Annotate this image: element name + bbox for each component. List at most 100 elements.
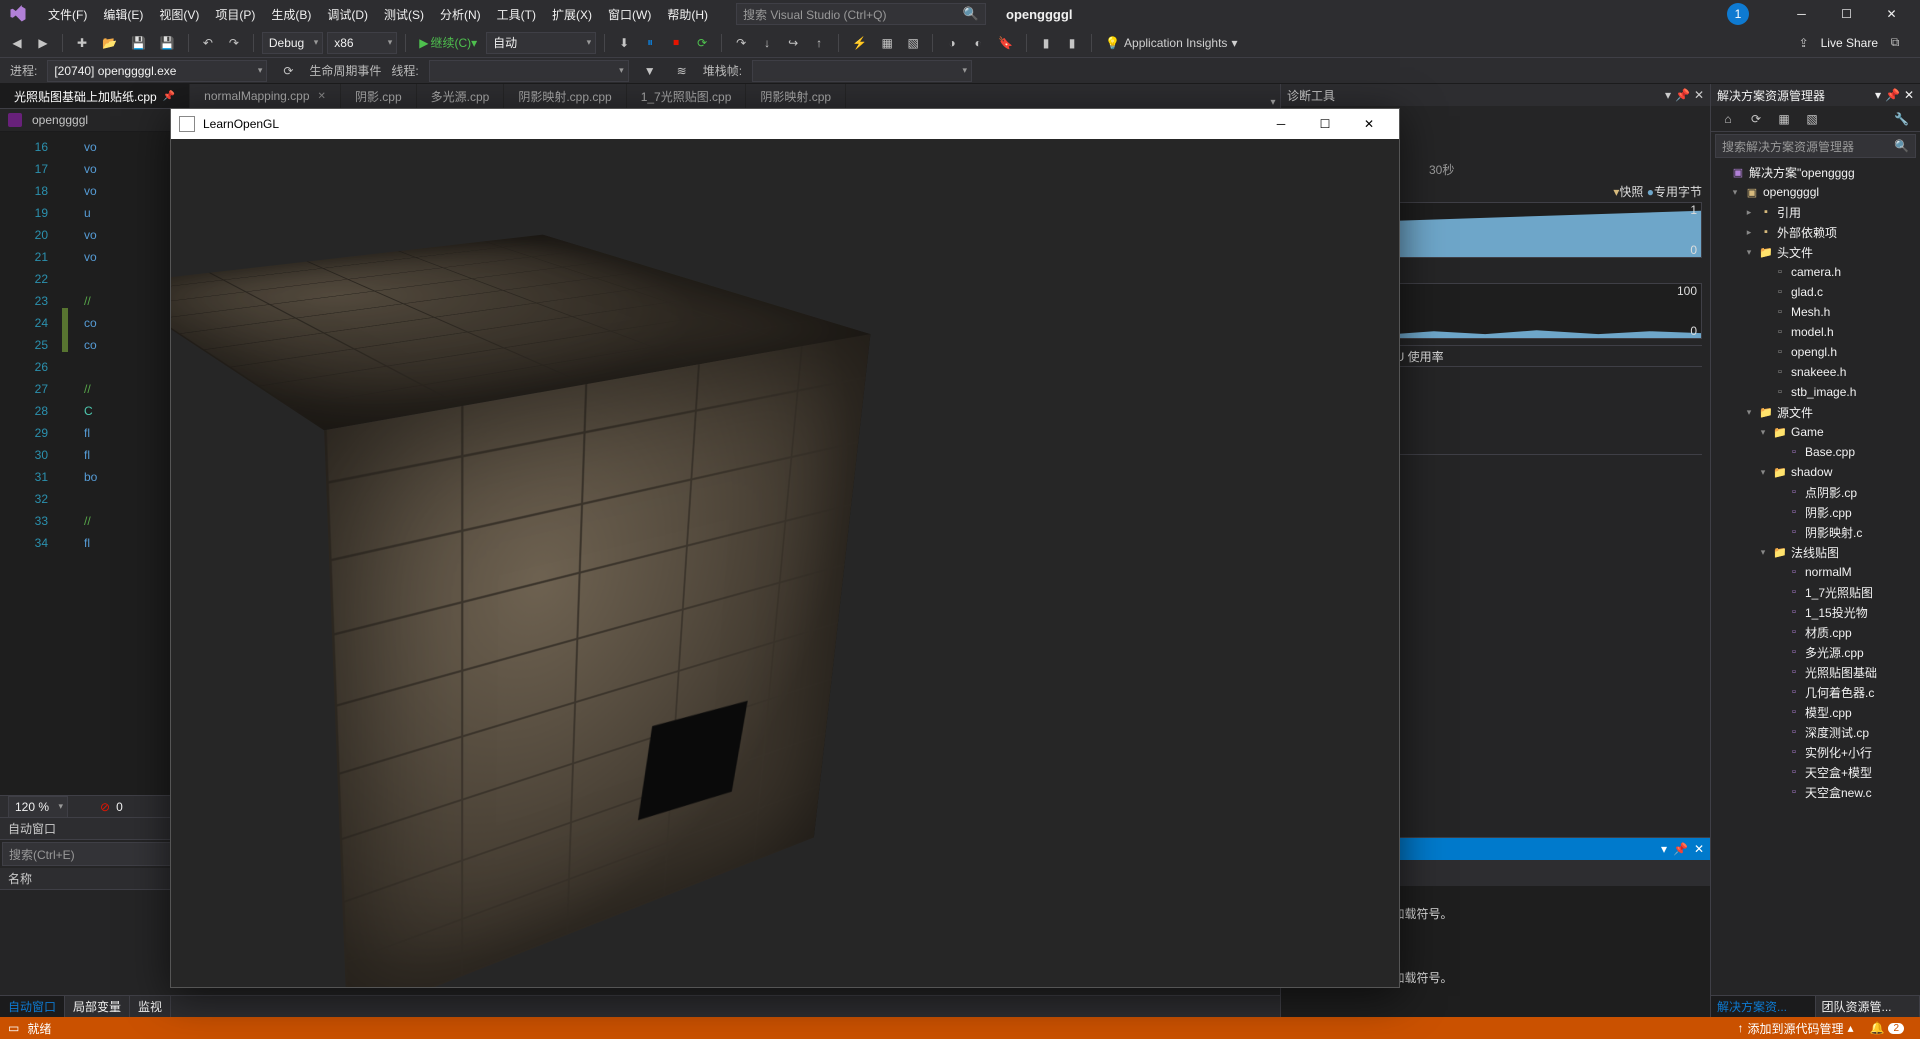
undo-button[interactable]: ↶ bbox=[197, 32, 219, 54]
menu-tools[interactable]: 工具(T) bbox=[489, 2, 544, 27]
tree-normal-1[interactable]: ▫1_7光照贴图 bbox=[1711, 582, 1920, 602]
tree-shadow-1[interactable]: ▫阴影.cpp bbox=[1711, 502, 1920, 522]
se-wrench-icon[interactable]: 🔧 bbox=[1889, 108, 1914, 130]
menu-help[interactable]: 帮助(H) bbox=[659, 2, 716, 27]
close-tab-icon[interactable]: ✕ bbox=[318, 91, 326, 102]
step-over-button[interactable]: ↪ bbox=[782, 32, 804, 54]
tree-normal-9[interactable]: ▫实例化+小行 bbox=[1711, 742, 1920, 762]
tree-shadow[interactable]: ▾📁shadow bbox=[1711, 462, 1920, 482]
app-insights-button[interactable]: 💡Application Insights ▾ bbox=[1100, 32, 1242, 54]
tool-a[interactable]: ⚡ bbox=[847, 32, 872, 54]
setab-sol[interactable]: 解决方案资... bbox=[1711, 996, 1816, 1017]
menu-edit[interactable]: 编辑(E) bbox=[95, 2, 151, 27]
tree-normal-3[interactable]: ▫材质.cpp bbox=[1711, 622, 1920, 642]
liveshare-extra[interactable]: ⧉ bbox=[1884, 32, 1906, 54]
tree-h-0[interactable]: ▫camera.h bbox=[1711, 262, 1920, 282]
tab-4[interactable]: 阴影映射.cpp.cpp bbox=[504, 84, 626, 108]
tool-d[interactable]: ◑ bbox=[941, 32, 963, 54]
process-combo[interactable]: [20740] openggggl.exe bbox=[47, 60, 267, 82]
se-close-icon[interactable]: ✕ bbox=[1904, 88, 1914, 102]
menu-build[interactable]: 生成(B) bbox=[263, 2, 319, 27]
solexp-search[interactable]: 搜索解决方案资源管理器 🔍 bbox=[1715, 134, 1916, 158]
tree-refs[interactable]: ▸▪引用 bbox=[1711, 202, 1920, 222]
error-icon[interactable]: ⊘ bbox=[100, 800, 110, 814]
tool-c[interactable]: ▧ bbox=[902, 32, 924, 54]
maximize-button[interactable]: ☐ bbox=[1824, 0, 1869, 28]
thread-combo[interactable]: 自动 bbox=[486, 32, 596, 54]
tool-g[interactable]: ▮ bbox=[1061, 32, 1083, 54]
tool-e[interactable]: ◐ bbox=[967, 32, 989, 54]
menu-test[interactable]: 测试(S) bbox=[376, 2, 432, 27]
bottomtab-watch[interactable]: 监视 bbox=[130, 996, 171, 1017]
notification-badge[interactable]: 1 bbox=[1727, 3, 1749, 25]
setab-team[interactable]: 团队资源管... bbox=[1816, 996, 1920, 1017]
save-button[interactable]: 💾 bbox=[126, 32, 151, 54]
close-button[interactable]: ✕ bbox=[1869, 0, 1914, 28]
tab-0[interactable]: 光照贴图基础上加贴纸.cpp📌 bbox=[0, 84, 190, 108]
menu-file[interactable]: 文件(F) bbox=[40, 2, 95, 27]
pin-icon[interactable]: 📌 bbox=[1675, 88, 1690, 102]
thread-dropdown[interactable] bbox=[429, 60, 629, 82]
tree-headers[interactable]: ▾📁头文件 bbox=[1711, 242, 1920, 262]
gl-viewport[interactable] bbox=[171, 139, 1399, 987]
se-tool3[interactable]: ▦ bbox=[1773, 108, 1795, 130]
tree-h-5[interactable]: ▫snakeee.h bbox=[1711, 362, 1920, 382]
redo-button[interactable]: ↷ bbox=[223, 32, 245, 54]
threads-icon[interactable]: ≋ bbox=[671, 60, 693, 82]
menu-ext[interactable]: 扩展(X) bbox=[544, 2, 600, 27]
tree-normal-0[interactable]: ▫normalM bbox=[1711, 562, 1920, 582]
menu-analyze[interactable]: 分析(N) bbox=[432, 2, 489, 27]
tree-shadow-0[interactable]: ▫点阴影.cp bbox=[1711, 482, 1920, 502]
solution-tree[interactable]: ▣解决方案"opengggg▾▣openggggl▸▪引用▸▪外部依赖项▾📁头文… bbox=[1711, 160, 1920, 995]
tree-h-6[interactable]: ▫stb_image.h bbox=[1711, 382, 1920, 402]
tree-ext[interactable]: ▸▪外部依赖项 bbox=[1711, 222, 1920, 242]
status-bell[interactable]: 🔔2 bbox=[1861, 1021, 1912, 1035]
out-drop-icon[interactable]: ▾ bbox=[1661, 842, 1667, 856]
menu-window[interactable]: 窗口(W) bbox=[600, 2, 659, 27]
menu-debug[interactable]: 调试(D) bbox=[319, 2, 376, 27]
pause-button[interactable]: ⏸ bbox=[639, 32, 661, 54]
liveshare-icon[interactable]: ⇪ bbox=[1793, 32, 1815, 54]
tool-b[interactable]: ▦ bbox=[876, 32, 898, 54]
tree-normal-5[interactable]: ▫光照贴图基础 bbox=[1711, 662, 1920, 682]
search-input[interactable]: 搜索 Visual Studio (Ctrl+Q) 🔍 bbox=[736, 3, 986, 25]
gl-min-button[interactable]: ─ bbox=[1259, 109, 1303, 139]
tree-h-2[interactable]: ▫Mesh.h bbox=[1711, 302, 1920, 322]
tree-normal-4[interactable]: ▫多光源.cpp bbox=[1711, 642, 1920, 662]
tree-shadow-2[interactable]: ▫阴影映射.c bbox=[1711, 522, 1920, 542]
step-next-button[interactable]: ↷ bbox=[730, 32, 752, 54]
opengl-window[interactable]: LearnOpenGL ─ ☐ ✕ bbox=[170, 108, 1400, 988]
tab-3[interactable]: 多光源.cpp bbox=[417, 84, 505, 108]
step-into-button[interactable]: ↓ bbox=[756, 32, 778, 54]
tree-h-3[interactable]: ▫model.h bbox=[1711, 322, 1920, 342]
tree-game[interactable]: ▾📁Game bbox=[1711, 422, 1920, 442]
breadcrumb[interactable]: openggggl bbox=[32, 113, 88, 127]
tree-game-0[interactable]: ▫Base.cpp bbox=[1711, 442, 1920, 462]
tree-normal-11[interactable]: ▫天空盒new.c bbox=[1711, 782, 1920, 802]
bottomtab-locals[interactable]: 局部变量 bbox=[65, 996, 130, 1017]
filter-icon[interactable]: ▼ bbox=[639, 60, 661, 82]
drop-icon[interactable]: ▾ bbox=[1665, 88, 1671, 102]
tab-5[interactable]: 1_7光照贴图.cpp bbox=[627, 84, 747, 108]
continue-button[interactable]: ▶继续(C) ▾ bbox=[414, 32, 482, 54]
new-button[interactable]: ✚ bbox=[71, 32, 93, 54]
tab-2[interactable]: 阴影.cpp bbox=[341, 84, 417, 108]
zoom-combo[interactable]: 120 % bbox=[8, 796, 68, 818]
tree-normal-6[interactable]: ▫几何着色器.c bbox=[1711, 682, 1920, 702]
tree-project[interactable]: ▾▣openggggl bbox=[1711, 182, 1920, 202]
se-drop-icon[interactable]: ▾ bbox=[1875, 88, 1881, 102]
status-add-src[interactable]: ↑添加到源代码管理▴ bbox=[1729, 1020, 1861, 1037]
lifecycle-icon[interactable]: ⟳ bbox=[277, 60, 299, 82]
tree-normal-8[interactable]: ▫深度测试.cp bbox=[1711, 722, 1920, 742]
config-combo[interactable]: Debug bbox=[262, 32, 323, 54]
tree-normal[interactable]: ▾📁法线贴图 bbox=[1711, 542, 1920, 562]
tab-6[interactable]: 阴影映射.cpp bbox=[746, 84, 846, 108]
tab-1[interactable]: normalMapping.cpp✕ bbox=[190, 84, 341, 108]
tab-overflow-icon[interactable]: ▾ bbox=[1266, 97, 1280, 108]
tree-solution[interactable]: ▣解决方案"opengggg bbox=[1711, 162, 1920, 182]
tree-h-4[interactable]: ▫opengl.h bbox=[1711, 342, 1920, 362]
close-icon[interactable]: ✕ bbox=[1694, 88, 1704, 102]
tree-normal-7[interactable]: ▫模型.cpp bbox=[1711, 702, 1920, 722]
stackframe-combo[interactable] bbox=[752, 60, 972, 82]
tool-f[interactable]: ▮ bbox=[1035, 32, 1057, 54]
